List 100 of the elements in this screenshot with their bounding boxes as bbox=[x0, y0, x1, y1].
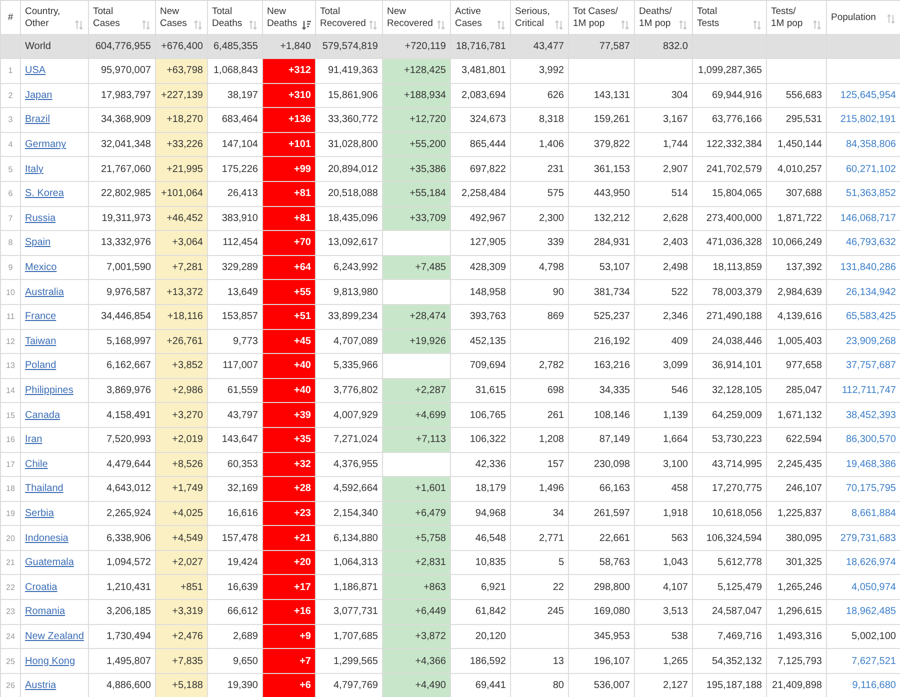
table-cell: 832.0 bbox=[634, 34, 692, 58]
country-link[interactable]: Austria bbox=[25, 680, 56, 692]
country-link[interactable]: Germany bbox=[25, 139, 66, 150]
country-link[interactable]: Spain bbox=[25, 237, 51, 248]
table-cell: 216,192 bbox=[568, 329, 634, 354]
table-cell: 24,587,047 bbox=[692, 600, 766, 624]
table-cell: +4,025 bbox=[156, 501, 208, 526]
population-link[interactable]: 18,626,974 bbox=[846, 557, 896, 568]
table-cell: 18,113,859 bbox=[692, 255, 766, 280]
table-cell: 157 bbox=[510, 452, 568, 477]
table-cell: +28,474 bbox=[382, 304, 450, 330]
table-cell: +1,601 bbox=[382, 476, 450, 502]
population-link[interactable]: 19,468,386 bbox=[846, 458, 896, 470]
table-cell: 2,083,694 bbox=[450, 83, 510, 108]
population-link[interactable]: 279,731,683 bbox=[840, 532, 896, 544]
country-link[interactable]: Australia bbox=[25, 286, 64, 298]
population-link[interactable]: 70,175,795 bbox=[846, 483, 896, 494]
country-link[interactable]: New Zealand bbox=[25, 630, 84, 642]
table-cell: 381,734 bbox=[568, 280, 634, 304]
table-cell: +3,319 bbox=[156, 600, 208, 624]
table-cell: 361,153 bbox=[568, 156, 634, 182]
table-cell: 78,003,379 bbox=[692, 280, 766, 304]
table-cell: +2,019 bbox=[156, 427, 208, 452]
country-link[interactable]: Russia bbox=[25, 212, 56, 224]
country-link[interactable]: France bbox=[25, 311, 56, 322]
population-link[interactable]: 215,802,191 bbox=[840, 114, 896, 126]
table-cell: +2,986 bbox=[156, 378, 208, 403]
country-link[interactable]: Poland bbox=[25, 360, 56, 372]
table-cell: +3,064 bbox=[156, 230, 208, 256]
population-link[interactable]: 4,050,974 bbox=[852, 582, 896, 593]
country-link[interactable]: Philippines bbox=[25, 385, 74, 396]
population-link[interactable]: 23,909,268 bbox=[846, 336, 896, 347]
table-cell: +863 bbox=[382, 574, 450, 600]
population-link[interactable]: 26,134,942 bbox=[846, 286, 896, 298]
table-cell: 1,406 bbox=[510, 132, 568, 157]
country-link[interactable]: S. Korea bbox=[25, 188, 64, 200]
country-link[interactable]: Taiwan bbox=[25, 336, 56, 347]
table-cell: +4,366 bbox=[382, 648, 450, 674]
table-cell: +17 bbox=[262, 574, 316, 600]
table-cell: 23 bbox=[0, 600, 20, 624]
population-link[interactable]: 51,363,852 bbox=[846, 188, 896, 200]
table-cell: 90 bbox=[510, 280, 568, 304]
country-link[interactable]: Mexico bbox=[25, 262, 57, 274]
table-cell: 458 bbox=[634, 476, 692, 502]
population-link[interactable]: 7,627,521 bbox=[852, 656, 896, 667]
population-link[interactable]: 38,452,393 bbox=[846, 410, 896, 421]
country-link[interactable]: Thailand bbox=[25, 483, 64, 494]
country-link[interactable]: Italy bbox=[25, 164, 44, 175]
population-link[interactable]: 46,793,632 bbox=[846, 237, 896, 248]
table-cell: 196,107 bbox=[568, 648, 634, 674]
country-link[interactable]: Romania bbox=[25, 606, 66, 618]
table-cell: 53,107 bbox=[568, 255, 634, 280]
table-cell: 21 bbox=[0, 550, 20, 575]
table-cell: 10,835 bbox=[450, 550, 510, 575]
population-link[interactable]: 131,840,286 bbox=[840, 262, 896, 274]
table-cell: 1,265 bbox=[634, 648, 692, 674]
table-cell: 622,594 bbox=[766, 427, 826, 452]
country-link[interactable]: Guatemala bbox=[25, 557, 74, 568]
country-link[interactable]: USA bbox=[25, 65, 46, 76]
table-cell: 13,092,617 bbox=[316, 230, 382, 256]
table-cell: +40 bbox=[262, 378, 316, 403]
table-cell: +8,526 bbox=[156, 452, 208, 477]
country-link[interactable]: Canada bbox=[25, 410, 60, 421]
population-link[interactable]: 84,358,806 bbox=[846, 139, 896, 150]
country-link[interactable]: Serbia bbox=[25, 508, 54, 519]
country-link[interactable]: Chile bbox=[25, 458, 48, 470]
table-cell: +26,761 bbox=[156, 329, 208, 354]
table-cell: +7 bbox=[262, 648, 316, 674]
country-link[interactable]: Iran bbox=[25, 434, 42, 446]
table-cell: +99 bbox=[262, 156, 316, 182]
population-link[interactable]: 65,583,425 bbox=[846, 311, 896, 322]
country-link[interactable]: Brazil bbox=[25, 114, 50, 126]
population-link[interactable]: 18,962,485 bbox=[846, 606, 896, 618]
table-cell: 6,485,355 bbox=[208, 34, 262, 58]
table-cell: 514 bbox=[634, 181, 692, 206]
population-link[interactable]: 8,661,884 bbox=[852, 508, 896, 519]
table-cell: +13,372 bbox=[156, 280, 208, 304]
table-cell: 43,714,995 bbox=[692, 452, 766, 477]
table-cell: 19 bbox=[0, 501, 20, 526]
table-cell: +40 bbox=[262, 354, 316, 378]
population-link[interactable]: 37,757,687 bbox=[846, 360, 896, 372]
country-link[interactable]: Hong Kong bbox=[25, 656, 76, 667]
population-link[interactable]: 9,116,680 bbox=[852, 680, 896, 692]
table-cell: +7,835 bbox=[156, 648, 208, 674]
country-link[interactable]: Croatia bbox=[25, 582, 58, 593]
population-link[interactable]: 60,271,102 bbox=[846, 164, 896, 175]
table-cell: World bbox=[20, 34, 88, 58]
table-cell: +101,064 bbox=[156, 181, 208, 206]
country-link[interactable]: Indonesia bbox=[25, 532, 68, 544]
table-cell: 24 bbox=[0, 624, 20, 649]
table-cell: 63,776,166 bbox=[692, 108, 766, 132]
population-link[interactable]: 86,300,570 bbox=[846, 434, 896, 446]
population-link[interactable]: 146,068,717 bbox=[840, 212, 896, 224]
table-cell: 246,107 bbox=[766, 476, 826, 502]
population-link[interactable]: 112,711,747 bbox=[842, 385, 896, 396]
table-cell: 3,167 bbox=[634, 108, 692, 132]
table-cell: 1,099,287,365 bbox=[692, 58, 766, 84]
table-cell: 14 bbox=[0, 378, 20, 403]
population-link[interactable]: 125,645,954 bbox=[840, 90, 896, 101]
country-link[interactable]: Japan bbox=[25, 90, 52, 101]
